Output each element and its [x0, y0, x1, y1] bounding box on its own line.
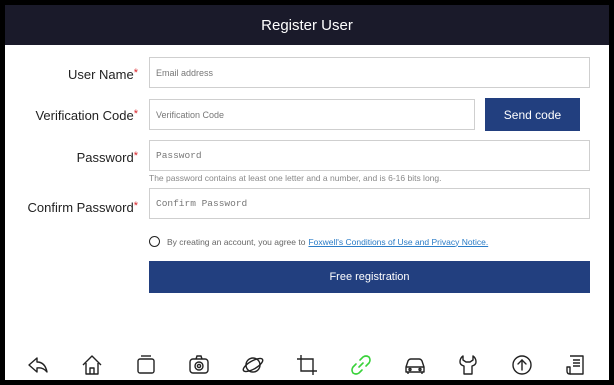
password-label: Password*: [76, 150, 138, 165]
recent-apps-icon[interactable]: [131, 352, 161, 378]
browser-icon[interactable]: [238, 352, 268, 378]
verification-code-field[interactable]: Verification Code: [149, 99, 475, 130]
required-marker: *: [133, 150, 138, 162]
car-icon[interactable]: [400, 352, 430, 378]
password-field[interactable]: Password: [149, 140, 590, 171]
free-registration-button[interactable]: Free registration: [149, 261, 590, 293]
camera-icon[interactable]: [184, 352, 214, 378]
send-code-button[interactable]: Send code: [485, 98, 580, 131]
bottom-navbar: [5, 350, 609, 380]
verification-placeholder: Verification Code: [156, 109, 225, 120]
user-name-label: User Name*: [67, 67, 138, 82]
required-marker: *: [133, 108, 138, 120]
terms-link[interactable]: Foxwell's Conditions of Use and Privacy …: [308, 237, 488, 247]
required-marker: *: [133, 67, 138, 79]
title-bar: Register User: [5, 5, 609, 45]
verification-code-label: Verification Code*: [35, 108, 138, 123]
agreement-text: By creating an account, you agree to: [167, 236, 306, 247]
agree-radio[interactable]: [149, 236, 160, 247]
link-icon[interactable]: [346, 352, 376, 378]
update-icon[interactable]: [507, 352, 537, 378]
confirm-password-placeholder: Confirm Password: [156, 198, 248, 209]
back-icon[interactable]: [23, 352, 53, 378]
required-marker: *: [133, 200, 138, 212]
wrench-icon[interactable]: [453, 352, 483, 378]
agreement-row: By creating an account, you agree to Fox…: [149, 236, 488, 247]
confirm-password-field[interactable]: Confirm Password: [149, 188, 590, 219]
crop-icon[interactable]: [292, 352, 322, 378]
confirm-password-label: Confirm Password*: [27, 200, 138, 215]
register-screen: Register User User Name* Email address V…: [5, 5, 609, 380]
document-icon[interactable]: [561, 352, 591, 378]
email-placeholder: Email address: [156, 67, 214, 78]
home-icon[interactable]: [77, 352, 107, 378]
email-field[interactable]: Email address: [149, 57, 590, 88]
password-hint: The password contains at least one lette…: [149, 173, 442, 183]
password-placeholder: Password: [156, 150, 202, 161]
page-title: Register User: [261, 16, 353, 34]
